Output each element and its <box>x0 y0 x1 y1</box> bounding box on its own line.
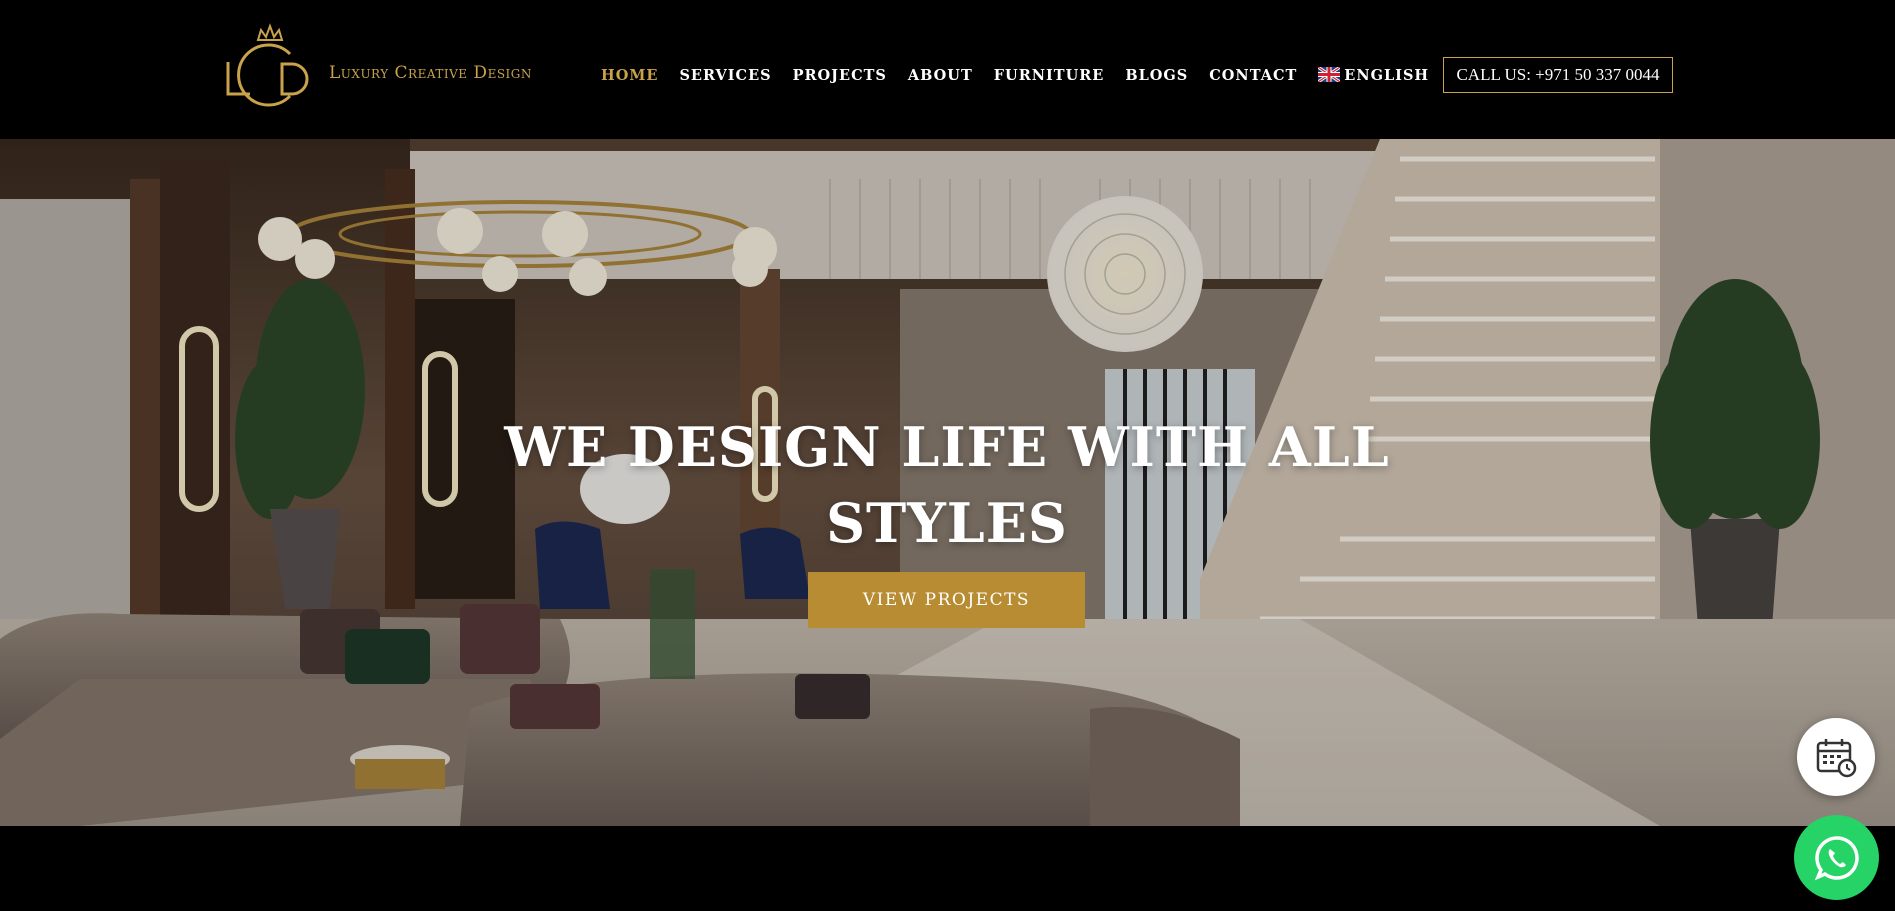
nav-home[interactable]: HOME <box>601 64 658 88</box>
nav-projects[interactable]: PROJECTS <box>793 64 887 88</box>
main-nav: HOME SERVICES PROJECTS ABOUT FURNITURE B… <box>601 64 1450 88</box>
view-projects-button[interactable]: VIEW PROJECTS <box>808 572 1085 628</box>
nav-services[interactable]: SERVICES <box>679 64 771 88</box>
nav-furniture[interactable]: FURNITURE <box>994 64 1105 88</box>
call-us-button[interactable]: CALL US: +971 50 337 0044 <box>1443 57 1673 93</box>
brand-name[interactable]: Luxury Creative Design <box>329 63 532 83</box>
language-label: ENGLISH <box>1344 67 1430 84</box>
hero-title-line2: STYLES <box>826 491 1068 555</box>
booking-calendar-button[interactable] <box>1797 718 1875 796</box>
nav-contact[interactable]: CONTACT <box>1209 64 1297 88</box>
lcd-crown-logo-icon[interactable] <box>220 18 320 110</box>
nav-about[interactable]: ABOUT <box>908 64 973 88</box>
nav-blogs[interactable]: BLOGS <box>1125 64 1188 88</box>
language-switcher[interactable]: ENGLISH <box>1318 64 1429 88</box>
site-header: Luxury Creative Design HOME SERVICES PRO… <box>0 0 1895 139</box>
hero-title: WE DESIGN LIFE WITH ALL STYLES <box>447 409 1447 561</box>
uk-flag-icon <box>1318 66 1341 82</box>
calendar-clock-icon <box>1816 739 1857 778</box>
whatsapp-button[interactable] <box>1794 815 1879 900</box>
hero-section: WE DESIGN LIFE WITH ALL STYLES VIEW PROJ… <box>0 139 1895 826</box>
whatsapp-icon <box>1814 835 1859 880</box>
hero-title-line1: WE DESIGN LIFE WITH ALL <box>504 415 1390 479</box>
